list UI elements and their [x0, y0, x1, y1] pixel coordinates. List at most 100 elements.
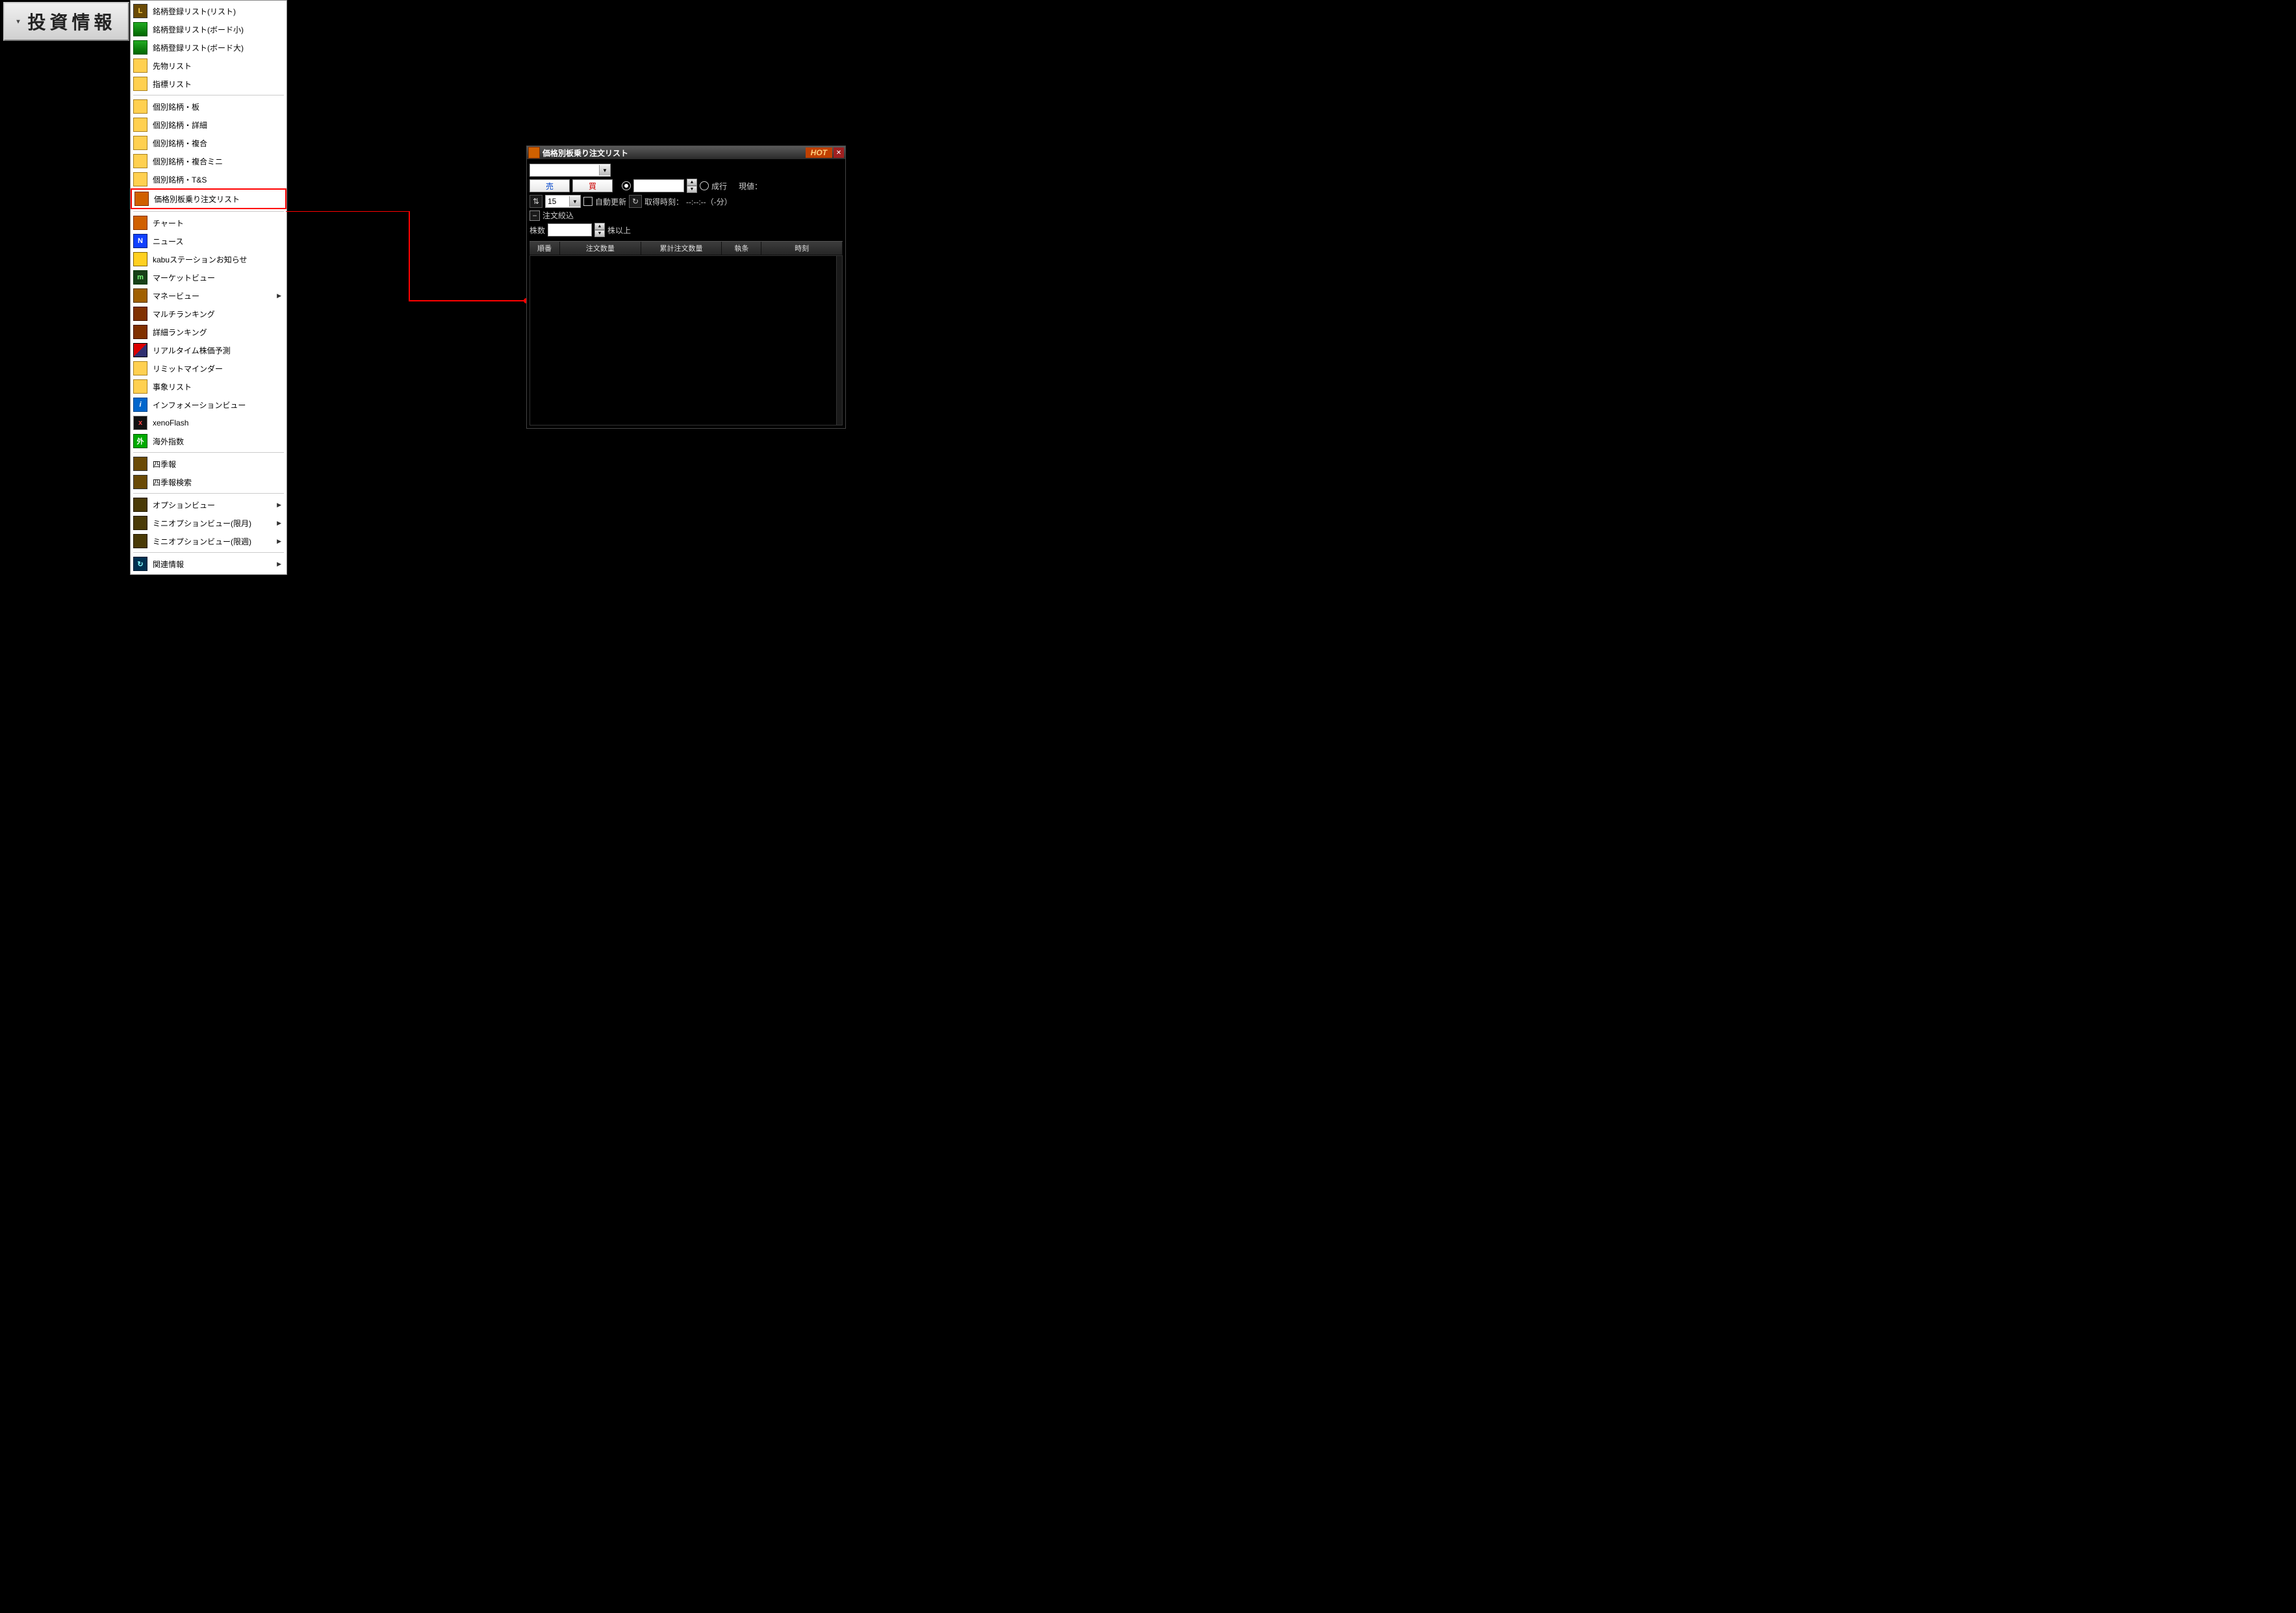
auto-refresh-checkbox[interactable] — [583, 197, 593, 206]
ic-tbl-icon — [133, 118, 147, 132]
symbol-combo[interactable]: ▼ — [529, 164, 611, 177]
menu-item-8[interactable]: 個別銘柄・複合 — [131, 134, 287, 152]
col-qty[interactable]: 注文数量 — [560, 242, 641, 255]
price-spinner[interactable]: ▲▼ — [687, 179, 697, 193]
menu-item-21[interactable]: リミットマインダー — [131, 359, 287, 377]
menu-item-30[interactable]: オプションビュー▶ — [131, 496, 287, 514]
menu-item-label: チャート — [153, 218, 184, 229]
ic-chart-icon — [133, 216, 147, 230]
menu-item-label: 銘柄登録リスト(ボード小) — [153, 24, 244, 35]
market-order-radio[interactable] — [700, 181, 709, 190]
menu-item-20[interactable]: リアルタイム株価予測 — [131, 341, 287, 359]
interval-input[interactable] — [546, 196, 569, 207]
menu-item-label: ミニオプションビュー(限月) — [153, 518, 251, 529]
menu-item-15[interactable]: kabuステーションお知らせ — [131, 250, 287, 268]
menu-item-1[interactable]: 銘柄登録リスト(ボード小) — [131, 20, 287, 38]
menu-item-4[interactable]: 指標リスト — [131, 75, 287, 93]
menu-item-label: 個別銘柄・板 — [153, 101, 199, 112]
price-down-button[interactable]: ▼ — [687, 186, 697, 193]
investment-info-menu: L銘柄登録リスト(リスト) 銘柄登録リスト(ボード小) 銘柄登録リスト(ボード大) 先… — [130, 0, 287, 575]
menu-item-13[interactable]: チャート — [131, 214, 287, 232]
ic-op-icon — [133, 498, 147, 512]
ic-shiki-icon — [133, 457, 147, 471]
menu-item-25[interactable]: 外海外指数 — [131, 432, 287, 450]
menu-item-28[interactable]: 四季報検索 — [131, 473, 287, 491]
shares-spinner[interactable]: ▲▼ — [594, 223, 605, 237]
ic-tbl-icon — [133, 77, 147, 91]
menu-item-label: ミニオプションビュー(限週) — [153, 536, 251, 547]
menu-item-10[interactable]: 個別銘柄・T&S — [131, 170, 287, 188]
col-cond[interactable]: 執条 — [722, 242, 761, 255]
menu-item-label: 個別銘柄・T&S — [153, 174, 207, 185]
menu-item-31[interactable]: ミニオプションビュー(限月)▶ — [131, 514, 287, 532]
col-time[interactable]: 時刻 — [761, 242, 843, 255]
sort-direction-button[interactable]: ⇅ — [529, 195, 542, 208]
menu-item-0[interactable]: L銘柄登録リスト(リスト) — [131, 2, 287, 20]
price-input[interactable] — [634, 181, 683, 191]
menu-item-27[interactable]: 四季報 — [131, 455, 287, 473]
investment-info-button[interactable]: ▾ 投資情報 — [3, 2, 129, 41]
menu-item-label: kabuステーションお知らせ — [153, 254, 248, 265]
ic-mail-icon — [133, 252, 147, 266]
menu-item-label: 関連情報 — [153, 559, 184, 570]
symbol-dropdown-button[interactable]: ▼ — [599, 165, 610, 175]
symbol-input[interactable] — [530, 165, 599, 175]
close-button[interactable]: ✕ — [834, 147, 844, 158]
menu-item-22[interactable]: 事象リスト — [131, 377, 287, 396]
table-header: 順番 注文数量 累計注文数量 執条 時刻 — [529, 241, 843, 255]
menu-item-label: 個別銘柄・複合ミニ — [153, 156, 223, 167]
menu-item-23[interactable]: iインフォメーションビュー — [131, 396, 287, 414]
price-up-button[interactable]: ▲ — [687, 179, 697, 186]
shares-input-box[interactable] — [548, 223, 592, 236]
ic-i-icon: i — [133, 398, 147, 412]
fetch-time-label: 取得時刻： — [644, 196, 683, 207]
buy-button[interactable]: 買 — [572, 179, 613, 192]
menu-item-16[interactable]: mマーケットビュー — [131, 268, 287, 286]
menu-item-label: マーケットビュー — [153, 272, 215, 283]
menu-item-9[interactable]: 個別銘柄・複合ミニ — [131, 152, 287, 170]
hot-badge[interactable]: HOT — [806, 147, 832, 158]
filter-label: 注文絞込 — [542, 210, 574, 221]
menu-item-label: 詳細ランキング — [153, 327, 207, 338]
vertical-scrollbar[interactable] — [836, 256, 842, 425]
col-order[interactable]: 順番 — [529, 242, 560, 255]
ic-op-icon — [133, 534, 147, 548]
menu-item-18[interactable]: マルチランキング — [131, 305, 287, 323]
menu-item-19[interactable]: 詳細ランキング — [131, 323, 287, 341]
shares-up-button[interactable]: ▲ — [594, 223, 605, 230]
ic-tbl-icon — [133, 379, 147, 394]
menu-item-32[interactable]: ミニオプションビュー(限週)▶ — [131, 532, 287, 550]
shares-label: 株数 — [529, 225, 545, 236]
ic-rank-icon — [133, 307, 147, 321]
ic-tbl-icon — [133, 154, 147, 168]
menu-item-14[interactable]: Nニュース — [131, 232, 287, 250]
menu-item-label: オプションビュー — [153, 500, 215, 511]
ic-grid-icon — [133, 40, 147, 55]
menu-item-11[interactable]: 価格別板乗り注文リスト — [131, 188, 287, 209]
refresh-button[interactable]: ↻ — [629, 195, 642, 208]
interval-combo[interactable]: ▼ — [545, 195, 581, 208]
menu-item-2[interactable]: 銘柄登録リスト(ボード大) — [131, 38, 287, 57]
menu-item-34[interactable]: ↻関連情報▶ — [131, 555, 287, 573]
menu-item-label: 銘柄登録リスト(ボード大) — [153, 42, 244, 53]
price-input-box[interactable] — [633, 179, 684, 192]
menu-item-label: 四季報検索 — [153, 477, 192, 488]
menu-item-7[interactable]: 個別銘柄・詳細 — [131, 116, 287, 134]
sell-button[interactable]: 売 — [529, 179, 570, 192]
market-order-label: 成行 — [711, 181, 727, 192]
menu-item-17[interactable]: マネービュー▶ — [131, 286, 287, 305]
menu-item-3[interactable]: 先物リスト — [131, 57, 287, 75]
filter-expand-button[interactable]: − — [529, 210, 540, 221]
menu-separator — [133, 493, 284, 494]
interval-dropdown-button[interactable]: ▼ — [569, 196, 580, 207]
menu-item-6[interactable]: 個別銘柄・板 — [131, 97, 287, 116]
window-titlebar[interactable]: 価格別板乗り注文リスト HOT ✕ — [527, 146, 845, 159]
col-cum-qty[interactable]: 累計注文数量 — [641, 242, 722, 255]
limit-price-radio[interactable] — [622, 181, 631, 190]
shares-input[interactable] — [548, 225, 591, 235]
shares-down-button[interactable]: ▼ — [594, 230, 605, 237]
menu-item-label: 個別銘柄・詳細 — [153, 120, 207, 131]
ic-tbl-icon — [133, 361, 147, 375]
menu-item-24[interactable]: xxenoFlash — [131, 414, 287, 432]
auto-refresh-label: 自動更新 — [595, 196, 626, 207]
